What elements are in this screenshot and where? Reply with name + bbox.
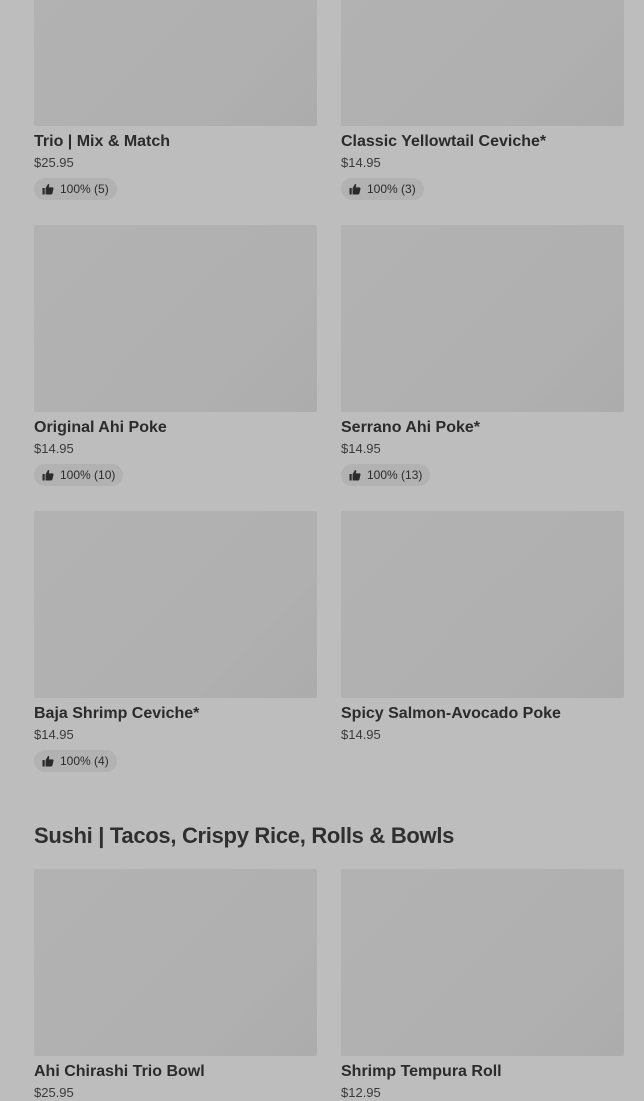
menu-item-price: $25.95 <box>34 155 74 170</box>
menu-item-card[interactable]: Ahi Chirashi Trio Bowl $25.95 <box>34 869 317 1101</box>
menu-item-image[interactable] <box>341 225 624 412</box>
rating-text: 100% (3) <box>367 182 416 196</box>
rating-badge: 100% (13) <box>341 464 431 486</box>
menu-item-name: Classic Yellowtail Ceviche* <box>341 133 547 150</box>
menu-item-price: $14.95 <box>341 727 381 742</box>
menu-item-price: $14.95 <box>34 441 74 456</box>
menu-item-card[interactable]: Trio | Mix & Match $25.95 100% (5) <box>34 0 317 200</box>
menu-item-price: $14.95 <box>341 441 381 456</box>
menu-item-name: Shrimp Tempura Roll <box>341 1063 502 1080</box>
menu-item-card[interactable]: Classic Yellowtail Ceviche* $14.95 100% … <box>341 0 624 200</box>
thumbs-up-icon <box>42 755 54 767</box>
rating-text: 100% (5) <box>60 182 109 196</box>
menu-item-price: $14.95 <box>34 727 74 742</box>
menu-grid: Trio | Mix & Match $25.95 100% (5) Class… <box>34 0 624 772</box>
menu-item-image[interactable] <box>341 869 624 1056</box>
menu-item-card[interactable]: Original Ahi Poke $14.95 100% (10) <box>34 225 317 486</box>
menu-item-image[interactable] <box>34 511 317 698</box>
menu-item-card[interactable]: Serrano Ahi Poke* $14.95 100% (13) <box>341 225 624 486</box>
menu-item-image[interactable] <box>34 869 317 1056</box>
rating-badge: 100% (4) <box>34 750 117 772</box>
menu-item-price: $25.95 <box>34 1085 74 1100</box>
menu-item-price: $12.95 <box>341 1085 381 1100</box>
thumbs-up-icon <box>42 469 54 481</box>
menu-item-name: Serrano Ahi Poke* <box>341 419 481 436</box>
menu-item-image[interactable] <box>34 225 317 412</box>
rating-badge: 100% (3) <box>341 178 424 200</box>
thumbs-up-icon <box>42 183 54 195</box>
rating-text: 100% (10) <box>60 468 116 482</box>
rating-text: 100% (13) <box>367 468 423 482</box>
menu-item-card[interactable]: Spicy Salmon-Avocado Poke $14.95 <box>341 511 624 769</box>
menu-item-name: Spicy Salmon-Avocado Poke <box>341 705 561 722</box>
thumbs-up-icon <box>349 183 361 195</box>
menu-item-name: Original Ahi Poke <box>34 419 167 436</box>
menu-item-name: Baja Shrimp Ceviche* <box>34 705 200 722</box>
menu-item-name: Ahi Chirashi Trio Bowl <box>34 1063 205 1080</box>
menu-item-card[interactable]: Baja Shrimp Ceviche* $14.95 100% (4) <box>34 511 317 772</box>
menu-item-card[interactable]: Shrimp Tempura Roll $12.95 <box>341 869 624 1101</box>
thumbs-up-icon <box>349 469 361 481</box>
sushi-grid: Ahi Chirashi Trio Bowl $25.95 Shrimp Tem… <box>34 869 624 1101</box>
rating-badge: 100% (5) <box>34 178 117 200</box>
section-title: Sushi | Tacos, Crispy Rice, Rolls & Bowl… <box>34 823 455 848</box>
rating-badge: 100% (10) <box>34 464 124 486</box>
menu-item-image[interactable] <box>341 0 624 126</box>
rating-text: 100% (4) <box>60 754 109 768</box>
menu-item-price: $14.95 <box>341 155 381 170</box>
menu-page: Trio | Mix & Match $25.95 100% (5) Class… <box>0 0 644 1101</box>
menu-item-name: Trio | Mix & Match <box>34 133 171 150</box>
menu-item-image[interactable] <box>341 511 624 698</box>
menu-item-image[interactable] <box>34 0 317 126</box>
